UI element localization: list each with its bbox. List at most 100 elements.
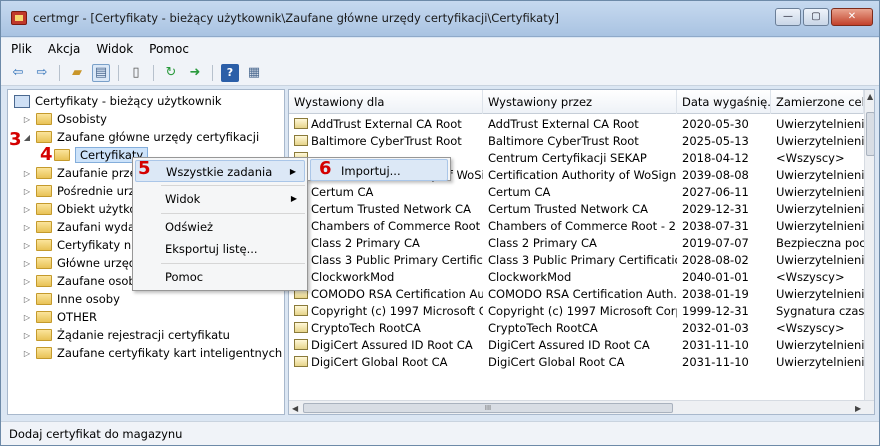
toolbar-separator xyxy=(59,64,60,81)
tree-item-glowne-urzedy[interactable]: ▷ Główne urzędy xyxy=(22,254,143,272)
table-cell: AddTrust External CA Root xyxy=(289,116,483,133)
expand-arrow-icon[interactable]: ▷ xyxy=(22,241,32,250)
menu-plik[interactable]: Plik xyxy=(11,42,32,56)
expand-arrow-icon[interactable]: ▷ xyxy=(22,115,32,124)
table-cell: 2032-01-03 xyxy=(682,321,749,335)
tree-item-karty-inteligentne[interactable]: ▷ Zaufane certyfikaty kart inteligentnych xyxy=(22,344,282,362)
column-header-purposes[interactable]: Zamierzone cele xyxy=(771,90,864,114)
table-cell: <Wszyscy> xyxy=(776,151,845,165)
folder-icon xyxy=(36,311,52,323)
tree-item-zaufanie-przed[interactable]: ▷ Zaufanie przed xyxy=(22,164,144,182)
expand-arrow-icon[interactable]: ▷ xyxy=(22,259,32,268)
menu-item-wszystkie-zadania[interactable]: Wszystkie zadania ▶ xyxy=(135,160,305,182)
table-cell: ClockworkMod xyxy=(289,269,483,286)
maximize-button[interactable]: ▢ xyxy=(803,8,829,26)
title-bar[interactable]: certmgr - [Certyfikaty - bieżący użytkow… xyxy=(1,1,879,37)
expand-arrow-icon[interactable]: ▷ xyxy=(22,223,32,232)
vertical-scroll-thumb[interactable] xyxy=(866,112,874,156)
tree-item-certyfikaty-nie[interactable]: ▷ Certyfikaty nie xyxy=(22,236,142,254)
show-hide-tree-icon[interactable]: ▤ xyxy=(92,63,110,82)
toolbar-separator xyxy=(118,64,119,81)
table-cell: ClockworkMod xyxy=(488,270,572,284)
table-row[interactable]: Baltimore CyberTrust Root Baltimore Cyber… xyxy=(289,133,864,150)
expand-arrow-icon[interactable]: ▷ xyxy=(22,295,32,304)
collapse-arrow-icon[interactable]: ◢ xyxy=(22,133,32,142)
horizontal-scrollbar[interactable]: ◀ III ▶ xyxy=(289,400,874,414)
expand-arrow-icon[interactable]: ▷ xyxy=(22,277,32,286)
tree-item-inne-osoby[interactable]: ▷ Inne osoby xyxy=(22,290,120,308)
expand-arrow-icon[interactable]: ▷ xyxy=(22,331,32,340)
action-pane-icon[interactable]: ▦ xyxy=(245,64,263,82)
refresh-icon[interactable]: ↻ xyxy=(162,64,180,82)
table-cell: <Wszyscy> xyxy=(776,321,845,335)
table-cell: Uwierzytelnienie xyxy=(776,253,864,267)
scroll-left-icon[interactable]: ◀ xyxy=(292,404,298,413)
table-cell: Centrum Certyfikacji SEKAP xyxy=(488,151,647,165)
scroll-up-icon[interactable]: ▲ xyxy=(867,92,873,101)
properties-icon[interactable]: ▯ xyxy=(127,64,145,82)
table-cell: 2040-01-01 xyxy=(682,270,749,284)
expand-arrow-icon[interactable]: ▷ xyxy=(22,313,32,322)
expand-arrow-icon[interactable]: ▷ xyxy=(22,205,32,214)
column-header-expiration[interactable]: Data wygaśnię... xyxy=(677,90,771,114)
tree-item-zaufane-osoby[interactable]: ▷ Zaufane osoby xyxy=(22,272,143,290)
table-row[interactable]: Class 2 Primary CA Class 2 Primary CA 2019… xyxy=(289,235,864,252)
table-row[interactable]: Chambers of Commerce Root -... Chambers o… xyxy=(289,218,864,235)
table-row[interactable]: ClockworkMod ClockworkMod 2040-01-01 <Wszys… xyxy=(289,269,864,286)
tree-root[interactable]: Certyfikaty - bieżący użytkownik xyxy=(14,92,222,110)
certmgr-window: certmgr - [Certyfikaty - bieżący użytkow… xyxy=(0,0,880,446)
menu-item-odswiez[interactable]: Odśwież xyxy=(135,216,305,238)
tree-item-obiekt[interactable]: ▷ Obiekt użytkow xyxy=(22,200,146,218)
expand-arrow-icon[interactable]: ▷ xyxy=(22,349,32,358)
vertical-scrollbar[interactable]: ▲ xyxy=(864,90,874,400)
horizontal-scroll-thumb[interactable]: III xyxy=(303,403,673,413)
up-folder-icon[interactable]: ▰ xyxy=(68,64,86,82)
certificate-icon xyxy=(294,356,308,367)
scroll-right-icon[interactable]: ▶ xyxy=(855,404,861,413)
folder-icon xyxy=(36,203,52,215)
table-row[interactable]: DigiCert Global Root CA DigiCert Global R… xyxy=(289,354,864,371)
tree-item-other[interactable]: ▷ OTHER xyxy=(22,308,97,326)
table-row[interactable]: Class 3 Public Primary Certificat... Clas… xyxy=(289,252,864,269)
export-list-icon[interactable]: ➜ xyxy=(186,64,204,82)
table-row[interactable]: CryptoTech RootCA CryptoTech RootCA 2032-0… xyxy=(289,320,864,337)
table-cell: Uwierzytelnienie xyxy=(776,219,864,233)
table-row[interactable]: Certum Trusted Network CA Certum Trusted … xyxy=(289,201,864,218)
expand-arrow-icon[interactable]: ▷ xyxy=(22,187,32,196)
table-cell: Chambers of Commerce Root -... xyxy=(289,218,483,235)
table-cell: Class 3 Public Primary Certificat... xyxy=(289,252,483,269)
table-cell: Uwierzytelnienie xyxy=(776,338,864,352)
minimize-button[interactable]: — xyxy=(775,8,801,26)
tree-item-zaufani-wydawcy[interactable]: ▷ Zaufani wydaw xyxy=(22,218,145,236)
table-row[interactable]: Copyright (c) 1997 Microsoft C... Copyrig… xyxy=(289,303,864,320)
menu-akcja[interactable]: Akcja xyxy=(48,42,80,56)
menu-item-widok[interactable]: Widok ▶ xyxy=(135,188,305,210)
table-row[interactable]: COMODO RSA Certification Au... COMODO RSA… xyxy=(289,286,864,303)
tree-item-osobisty[interactable]: ▷ Osobisty xyxy=(22,110,107,128)
expand-arrow-icon[interactable]: ▷ xyxy=(22,169,32,178)
table-cell: DigiCert Global Root CA xyxy=(488,355,625,369)
close-button[interactable]: ✕ xyxy=(831,8,873,26)
table-cell: 2020-05-30 xyxy=(682,117,749,131)
table-row[interactable]: AddTrust External CA Root AddTrust Extern… xyxy=(289,116,864,133)
table-cell: 2038-01-19 xyxy=(682,287,749,301)
column-header-issued-to[interactable]: Wystawiony dla xyxy=(289,90,483,114)
tree-item-zadanie-rejestracji[interactable]: ▷ Żądanie rejestracji certyfikatu xyxy=(22,326,230,344)
folder-icon xyxy=(36,131,52,143)
column-header-issued-by[interactable]: Wystawiony przez xyxy=(483,90,677,114)
forward-arrow-icon[interactable]: ⇨ xyxy=(33,64,51,82)
menu-pomoc[interactable]: Pomoc xyxy=(149,42,189,56)
table-row[interactable]: Certum CA Certum CA 2027-06-11 Uwierzytelni… xyxy=(289,184,864,201)
table-row[interactable]: DigiCert Assured ID Root CA DigiCert Assu… xyxy=(289,337,864,354)
back-arrow-icon[interactable]: ⇦ xyxy=(9,64,27,82)
menu-item-eksportuj-liste[interactable]: Eksportuj listę... xyxy=(135,238,305,260)
toolbar: ⇦ ⇨ ▰ ▤ ▯ ↻ ➜ ? ▦ xyxy=(1,60,879,86)
menu-widok[interactable]: Widok xyxy=(96,42,133,56)
help-icon[interactable]: ? xyxy=(221,63,239,82)
tree-item-posrednie[interactable]: ▷ Pośrednie urze xyxy=(22,182,142,200)
menu-item-pomoc[interactable]: Pomoc xyxy=(135,266,305,288)
table-cell: Bezpieczna pocz xyxy=(776,236,864,250)
tree-item-zaufane-glowne[interactable]: ◢ Zaufane główne urzędy certyfikacji xyxy=(22,128,259,146)
table-cell: 2038-07-31 xyxy=(682,219,749,233)
step-marker-6: 6 xyxy=(319,158,332,179)
